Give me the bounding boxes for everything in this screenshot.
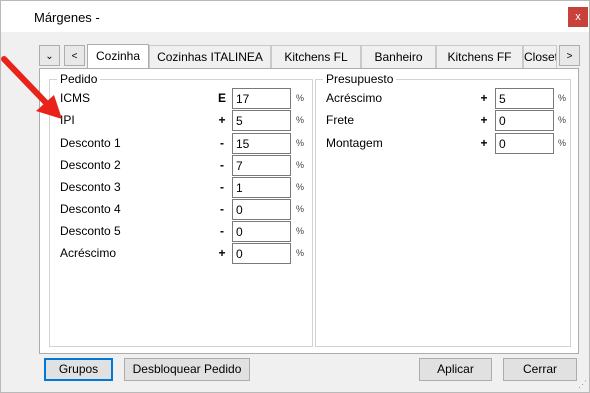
tab-cozinhas-italinea[interactable]: Cozinhas ITALINEA [149,45,271,68]
montagem-sign: + [480,136,488,150]
desconto-3-label: Desconto 3 [60,180,121,194]
acrescimo-presupuesto-sign: + [480,91,488,105]
ipi-field[interactable] [232,110,291,131]
desconto-1-label: Desconto 1 [60,136,121,150]
presupuesto-legend: Presupuesto [323,72,397,86]
desconto-5-sign: - [220,224,224,238]
resize-grip-icon[interactable]: ⋰ [578,379,587,390]
desconto-3-unit: % [296,182,305,192]
window-title: Márgenes - [34,10,100,25]
tab-strip: ⌄ < Cozinha Cozinhas ITALINEA Kitchens F… [39,44,580,69]
desconto-4-field[interactable] [232,199,291,220]
acrescimo-presupuesto-unit: % [558,93,567,103]
red-arrow-icon [1,56,62,119]
acrescimo-pedido-field[interactable] [232,243,291,264]
margenes-dialog: Márgenes - x ⌄ < Cozinha Cozinhas ITALIN… [0,0,590,393]
desconto-4-label: Desconto 4 [60,202,121,216]
acrescimo-presupuesto-field[interactable] [495,88,554,109]
acrescimo-pedido-label: Acréscimo [60,246,117,260]
acrescimo-pedido-sign: + [218,246,226,260]
desconto-1-unit: % [296,138,305,148]
desconto-1-field[interactable] [232,133,291,154]
desconto-5-label: Desconto 5 [60,224,121,238]
desconto-1-sign: - [220,136,224,150]
tab-closets-label: Closets [524,50,556,64]
desconto-4-sign: - [220,202,224,216]
frete-field[interactable] [495,110,554,131]
acrescimo-presupuesto-label: Acréscimo [326,91,383,105]
close-button[interactable]: x [568,7,588,27]
tab-closets[interactable]: Closets [523,45,557,68]
frete-sign: + [480,113,488,127]
desconto-5-unit: % [296,226,305,236]
tab-kitchens-fl[interactable]: Kitchens FL [271,45,361,68]
desconto-2-field[interactable] [232,155,291,176]
tab-panel-cozinha: Pedido Presupuesto ICMS E % IPI + % Desc… [39,68,579,354]
desconto-5-field[interactable] [232,221,291,242]
desconto-2-unit: % [296,160,305,170]
desconto-4-unit: % [296,204,305,214]
frete-unit: % [558,115,567,125]
tab-banheiro[interactable]: Banheiro [361,45,436,68]
desconto-3-sign: - [220,180,224,194]
title-bar: Márgenes - x [1,1,589,32]
ipi-sign: + [218,113,226,127]
montagem-field[interactable] [495,133,554,154]
desconto-2-label: Desconto 2 [60,158,121,172]
tab-cozinha[interactable]: Cozinha [87,44,149,68]
icms-sign: E [217,91,226,105]
ipi-unit: % [296,115,305,125]
montagem-label: Montagem [326,136,383,150]
frete-label: Frete [326,113,355,127]
tab-scroll-right-button[interactable]: > [559,45,580,66]
tab-kitchens-ff[interactable]: Kitchens FF [436,45,523,68]
desconto-2-sign: - [220,158,224,172]
grupos-button[interactable]: Grupos [44,358,113,381]
cerrar-button[interactable]: Cerrar [503,358,577,381]
montagem-unit: % [558,138,567,148]
acrescimo-pedido-unit: % [296,248,305,258]
aplicar-button[interactable]: Aplicar [419,358,492,381]
desbloquear-pedido-button[interactable]: Desbloquear Pedido [124,358,250,381]
icms-field[interactable] [232,88,291,109]
icms-unit: % [296,93,305,103]
desconto-3-field[interactable] [232,177,291,198]
